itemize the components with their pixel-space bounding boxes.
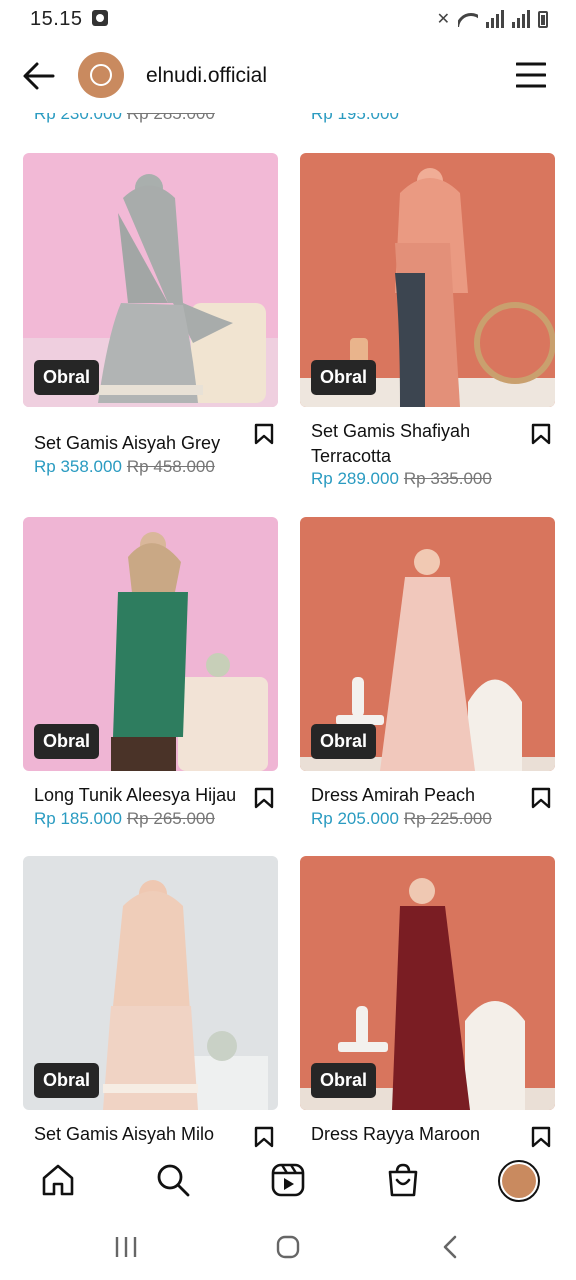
sale-price: Rp 358.000 <box>34 457 122 476</box>
profile-header: elnudi.official <box>0 44 576 108</box>
signal-icon-2 <box>512 10 530 28</box>
bookmark-icon[interactable] <box>254 423 274 445</box>
product-image[interactable]: Obral <box>23 856 278 1110</box>
product-price: Rp 205.000 Rp 225.000 <box>311 809 492 829</box>
product-image[interactable]: Obral <box>300 517 555 771</box>
product-price: Rp 289.000 Rp 335.000 <box>311 469 492 489</box>
product-title[interactable]: Set Gamis Shafiyah Terracotta <box>311 419 516 469</box>
bookmark-icon[interactable] <box>254 1126 274 1148</box>
bookmark-icon[interactable] <box>531 1126 551 1148</box>
sale-badge: Obral <box>34 360 100 395</box>
search-icon[interactable] <box>155 1162 191 1198</box>
product-image[interactable]: Obral <box>300 856 555 1110</box>
recent-apps-icon[interactable] <box>113 1234 139 1260</box>
home-button-icon[interactable] <box>275 1234 301 1260</box>
wifi-icon <box>458 11 478 27</box>
sale-badge: Obral <box>34 724 100 759</box>
bookmark-icon[interactable] <box>531 787 551 809</box>
mute-icon: ✕ <box>436 11 450 28</box>
reels-icon[interactable] <box>270 1162 306 1198</box>
original-price: Rp 225.000 <box>403 809 492 828</box>
status-time: 15.15 <box>30 8 83 30</box>
status-bar: 15.15 ✕ <box>0 0 576 40</box>
sale-badge: Obral <box>34 1063 100 1098</box>
system-back-icon[interactable] <box>438 1234 464 1260</box>
menu-icon[interactable] <box>516 62 546 88</box>
signal-icon <box>486 10 504 28</box>
system-navigation <box>0 1216 576 1280</box>
sale-price: Rp 185.000 <box>34 809 122 828</box>
bottom-navigation <box>0 1150 576 1216</box>
product-title[interactable]: Set Gamis Aisyah Grey <box>34 431 239 456</box>
original-price: Rp 458.000 <box>126 457 215 476</box>
product-image[interactable]: Obral <box>23 517 278 771</box>
shop-icon[interactable] <box>385 1162 421 1198</box>
sale-price: Rp 205.000 <box>311 809 399 828</box>
original-price: Rp 265.000 <box>126 809 215 828</box>
home-icon[interactable] <box>40 1162 76 1198</box>
sale-badge: Obral <box>311 360 377 395</box>
status-indicators: ✕ <box>437 8 548 30</box>
sale-price: Rp 289.000 <box>311 469 399 488</box>
profile-username[interactable]: elnudi.official <box>146 64 267 88</box>
bookmark-icon[interactable] <box>254 787 274 809</box>
product-price: Rp 358.000 Rp 458.000 <box>34 457 215 477</box>
product-image[interactable]: Obral <box>300 153 555 407</box>
original-price: Rp 335.000 <box>403 469 492 488</box>
sale-badge: Obral <box>311 1063 377 1098</box>
product-title[interactable]: Set Gamis Aisyah Milo <box>34 1122 239 1147</box>
product-title[interactable]: Dress Rayya Maroon <box>311 1122 516 1147</box>
product-grid: Rp 230.000 Rp 285.000 Rp 195.000 Obral Se… <box>0 100 576 1150</box>
product-price: Rp 185.000 Rp 265.000 <box>34 809 215 829</box>
back-arrow-icon[interactable] <box>22 60 56 92</box>
sale-badge: Obral <box>311 724 377 759</box>
battery-icon <box>538 10 548 28</box>
product-title[interactable]: Long Tunik Aleesya Hijau <box>34 783 249 808</box>
profile-nav-avatar[interactable] <box>498 1160 540 1202</box>
profile-avatar[interactable] <box>78 52 124 98</box>
product-image[interactable]: Obral <box>23 153 278 407</box>
bookmark-icon[interactable] <box>531 423 551 445</box>
notification-app-icon <box>92 10 108 26</box>
product-title[interactable]: Dress Amirah Peach <box>311 783 516 808</box>
